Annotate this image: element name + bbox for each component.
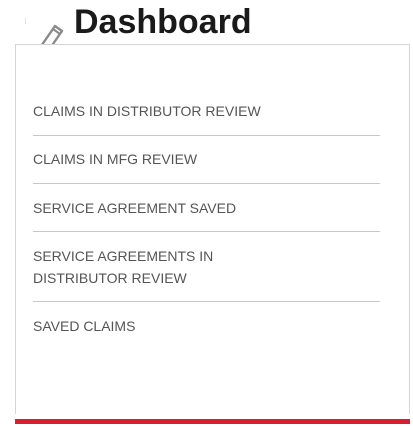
menu-item-claims-in-mfg-review[interactable]: CLAIMS IN MFG REVIEW bbox=[33, 136, 380, 184]
page-title: Dashboard bbox=[74, 3, 252, 41]
menu-item-service-agreements-in-distributor-review[interactable]: SERVICE AGREEMENTS IN DISTRIBUTOR REVIEW bbox=[33, 232, 380, 302]
menu-item-saved-claims[interactable]: SAVED CLAIMS bbox=[33, 302, 380, 349]
dashboard-menu: CLAIMS IN DISTRIBUTOR REVIEW CLAIMS IN M… bbox=[33, 86, 380, 349]
menu-item-service-agreement-saved[interactable]: SERVICE AGREEMENT SAVED bbox=[33, 184, 380, 232]
panel-bottom-accent-bar bbox=[15, 419, 410, 424]
menu-item-claims-in-distributor-review[interactable]: CLAIMS IN DISTRIBUTOR REVIEW bbox=[33, 86, 380, 136]
